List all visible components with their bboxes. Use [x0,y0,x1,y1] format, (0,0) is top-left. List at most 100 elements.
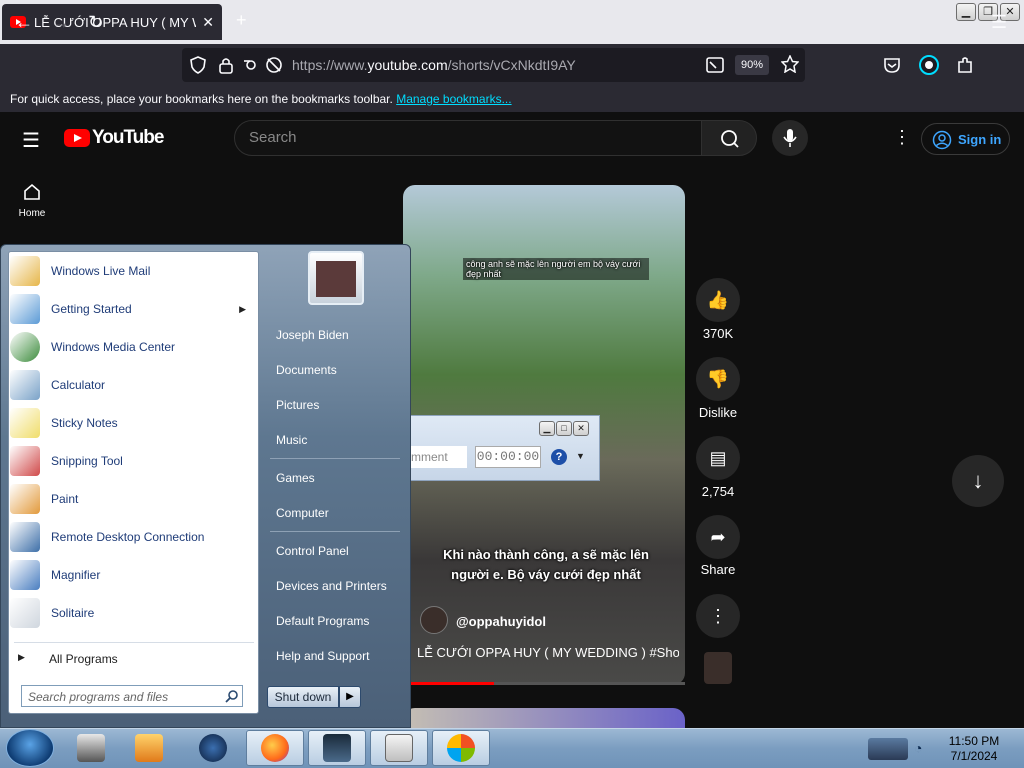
help-icon[interactable]: ? [551,449,567,465]
shield-icon[interactable] [190,56,206,74]
windows-media-center-icon [10,332,40,362]
getting-started-icon [10,294,40,324]
back-arrow-icon[interactable]: ← [15,12,33,32]
taskbar-explorer[interactable] [62,730,120,766]
permissions-icon[interactable] [244,56,284,74]
comment-count: 2,754 [701,484,735,499]
taskbar-recorder[interactable] [370,730,428,766]
new-tab-button[interactable]: + [236,10,247,31]
dialog-minimize-button[interactable]: ▁ [539,421,555,436]
program-getting-started[interactable]: Getting Started ▶ [10,291,256,327]
dislike-button[interactable]: 👎 [696,357,740,401]
taskbar-globe-app[interactable] [184,730,242,766]
reader-view-icon[interactable] [706,56,724,74]
comment-field[interactable]: mment [411,446,467,468]
tab-youtube[interactable]: LỄ CƯỚI OPPA HUY ( MY WEDDI ✕ [2,4,222,40]
home-label[interactable]: Home [14,208,50,219]
magnifier-icon [10,560,40,590]
sticky-notes-icon [10,408,40,438]
program-remote-desktop[interactable]: Remote Desktop Connection [10,519,256,555]
program-calculator[interactable]: Calculator [10,367,256,403]
next-video-button[interactable]: ↓ [952,455,1004,507]
like-count: 370K [702,326,734,341]
manage-bookmarks-link[interactable]: Manage bookmarks... [396,92,511,106]
shut-down-button[interactable]: Shut down [267,686,339,708]
thumbs-up-icon: 👍 [706,290,730,310]
network-icon[interactable]: ◔ [914,740,932,758]
time-field[interactable]: 00:00:00 [475,446,541,468]
channel-avatar[interactable] [420,606,448,634]
tray-device-icon[interactable] [868,738,908,760]
place-computer[interactable]: Computer [276,506,329,520]
place-pictures[interactable]: Pictures [276,398,319,412]
program-paint[interactable]: Paint [10,481,256,517]
search-input[interactable]: Search [234,120,702,156]
program-sticky-notes[interactable]: Sticky Notes [10,405,256,441]
taskbar-media-center[interactable] [432,730,490,766]
dialog-maximize-button[interactable]: □ [556,421,572,436]
program-label: Windows Media Center [51,340,176,354]
more-vertical-icon: ⋮ [709,606,727,626]
account-avatar-icon[interactable] [918,54,940,76]
explorer-icon [77,734,105,762]
system-clock[interactable]: 11:50 PM 7/1/2024 [942,734,1006,764]
program-label: Solitaire [51,606,95,620]
all-programs-button[interactable]: All Programs [49,652,118,666]
pocket-icon[interactable] [883,56,901,74]
url-prefix: https://www. [292,57,368,73]
program-snipping-tool[interactable]: Snipping Tool [10,443,256,479]
dropdown-arrow-icon[interactable]: ▼ [576,451,585,461]
reload-icon[interactable]: ↻ [88,12,103,32]
place-documents[interactable]: Documents [276,363,337,377]
program-magnifier[interactable]: Magnifier [10,557,256,593]
place-music[interactable]: Music [276,433,307,447]
program-solitaire[interactable]: Solitaire [10,595,256,631]
clock-date: 7/1/2024 [950,749,998,763]
place-control-panel[interactable]: Control Panel [276,544,349,558]
comment-icon: ▤ [709,448,727,468]
search-icon[interactable] [225,689,239,703]
program-label: Snipping Tool [51,454,123,468]
zoom-level-badge[interactable]: 90% [735,55,769,75]
place-user-folder[interactable]: Joseph Biden [276,328,349,342]
search-button[interactable] [701,120,757,156]
video-title[interactable]: LỄ CƯỚI OPPA HUY ( MY WEDDING ) #Shorts [417,645,679,660]
forward-arrow-icon[interactable]: → [52,12,70,32]
place-games[interactable]: Games [276,471,315,485]
more-actions-button[interactable]: ⋮ [696,594,740,638]
settings-more-icon[interactable]: ⋮ [893,127,911,148]
bookmark-star-icon[interactable] [781,55,799,73]
extensions-icon[interactable] [956,56,974,74]
tab-close-button[interactable]: ✕ [202,14,214,31]
shut-down-options-button[interactable]: ▶ [339,686,361,708]
microphone-icon [783,129,797,147]
taskbar-window-app[interactable] [308,730,366,766]
program-windows-live-mail[interactable]: Windows Live Mail [10,253,256,289]
sound-thumbnail[interactable] [704,652,732,684]
start-orb-button[interactable] [6,729,54,767]
place-default-programs[interactable]: Default Programs [276,614,369,628]
minimize-window-button[interactable]: ▁ [956,3,976,21]
sign-in-button[interactable]: Sign in [921,123,1010,155]
share-button[interactable]: ➦ [696,515,740,559]
start-search-input[interactable]: Search programs and files [21,685,243,707]
place-help-support[interactable]: Help and Support [276,649,369,663]
voice-search-button[interactable] [772,120,808,156]
lock-icon[interactable] [219,56,233,74]
home-icon[interactable] [22,182,42,202]
channel-name[interactable]: @oppahuyidol [456,614,546,629]
dialog-close-button[interactable]: ✕ [573,421,589,436]
url-text[interactable]: https://www.youtube.com/shorts/vCxNkdtI9… [292,57,576,73]
user-picture[interactable] [308,251,364,305]
menu-hamburger-icon[interactable]: ☰ [991,12,1007,32]
like-button[interactable]: 👍 [696,278,740,322]
place-devices-printers[interactable]: Devices and Printers [276,579,387,593]
youtube-logo-icon[interactable] [64,129,90,147]
program-label: Windows Live Mail [51,264,151,278]
taskbar-firefox[interactable] [246,730,304,766]
guide-menu-icon[interactable]: ☰ [22,128,40,153]
program-windows-media-center[interactable]: Windows Media Center [10,329,256,365]
taskbar-media-player[interactable] [120,730,178,766]
comments-button[interactable]: ▤ [696,436,740,480]
youtube-logo-text[interactable]: YouTube [92,127,164,149]
